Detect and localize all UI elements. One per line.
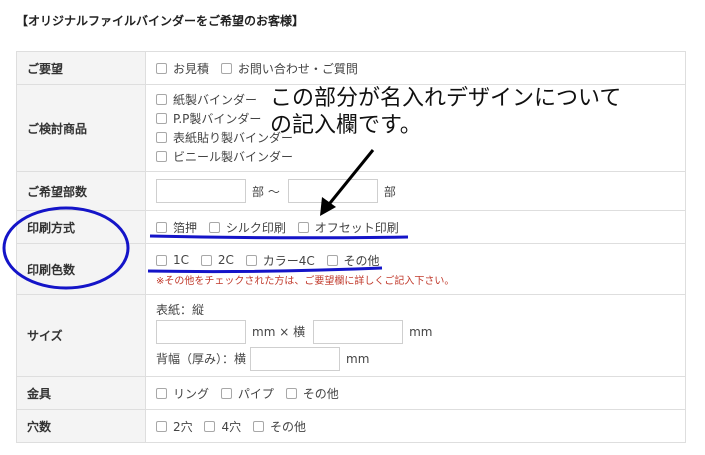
label-fittings: 金具	[16, 376, 146, 410]
checkbox[interactable]	[285, 387, 297, 399]
unit-from: 部 ～	[252, 184, 280, 199]
option-color-4c[interactable]: カラー4C	[245, 252, 315, 269]
unit-mm-by-width: mm × 横	[252, 325, 306, 339]
option-vinyl-binder[interactable]: ビニール製バインダー	[156, 147, 677, 166]
option-inquiry[interactable]: お問い合わせ・ご質問	[220, 60, 358, 77]
unit-mm: mm	[409, 324, 433, 339]
option-4-holes[interactable]: 4穴	[204, 418, 241, 435]
row-holes: 穴数 2穴 4穴 その他	[16, 409, 686, 443]
cover-width-input[interactable]	[313, 319, 404, 344]
callout-line-2: の記入欄です。	[270, 113, 422, 138]
callout-line-1: この部分が名入れデザインについて	[270, 86, 622, 111]
checkbox[interactable]	[156, 221, 167, 233]
colors-note: ※その他をチェックされた方は、ご要望欄に詳しくご記入下さい。	[156, 275, 455, 287]
option-foil-stamp[interactable]: 箔押	[156, 219, 197, 236]
label-print-method: 印刷方式	[16, 210, 146, 244]
label-quantity: ご希望部数	[16, 171, 146, 211]
row-size: サイズ 表紙：縦 mm × 横 mm 背幅（厚み）：横 mm	[16, 294, 686, 377]
checkbox[interactable]	[156, 420, 167, 432]
checkbox[interactable]	[200, 254, 212, 266]
callout-text: この部分が名入れデザインについて の記入欄です。	[270, 85, 621, 139]
unit-mm-spine: mm	[346, 351, 370, 366]
quantity-to-input[interactable]	[287, 179, 378, 203]
checkbox[interactable]	[220, 387, 232, 399]
option-silk-print[interactable]: シルク印刷	[208, 219, 286, 236]
label-request: ご要望	[16, 51, 146, 85]
cover-height-input[interactable]	[156, 319, 246, 344]
option-1c[interactable]: 1C	[156, 253, 189, 267]
checkbox[interactable]	[156, 254, 167, 266]
form-heading: 【オリジナルファイルバインダーをご希望のお客様】	[16, 14, 305, 28]
option-2-holes[interactable]: 2穴	[156, 418, 193, 435]
row-print-colors: 印刷色数 1C 2C カラー4C その他 ※その他をチェックされた方は、ご要望欄…	[16, 243, 686, 295]
option-fittings-other[interactable]: その他	[285, 385, 339, 402]
checkbox[interactable]	[220, 62, 232, 74]
spine-label: 背幅（厚み）：横	[156, 352, 247, 366]
row-quantity: ご希望部数 部 ～ 部	[16, 171, 686, 211]
option-colors-other[interactable]: その他	[326, 252, 380, 269]
label-size: サイズ	[16, 294, 146, 377]
checkbox[interactable]	[156, 113, 167, 124]
checkbox[interactable]	[156, 62, 167, 74]
option-offset-print[interactable]: オフセット印刷	[297, 219, 399, 236]
option-2c[interactable]: 2C	[200, 253, 234, 267]
row-fittings: 金具 リング パイプ その他	[16, 376, 686, 410]
option-ring[interactable]: リング	[156, 385, 209, 402]
checkbox[interactable]	[156, 387, 167, 399]
row-request: ご要望 お見積 お問い合わせ・ご質問	[16, 51, 686, 85]
checkbox[interactable]	[156, 94, 167, 105]
checkbox[interactable]	[252, 420, 264, 432]
option-holes-other[interactable]: その他	[252, 418, 306, 435]
option-pipe[interactable]: パイプ	[220, 385, 274, 402]
label-holes: 穴数	[16, 409, 146, 443]
checkbox[interactable]	[208, 221, 220, 233]
unit-to: 部	[383, 184, 396, 199]
checkbox[interactable]	[245, 254, 257, 266]
quantity-from-input[interactable]	[156, 179, 246, 203]
checkbox[interactable]	[326, 254, 338, 266]
option-estimate[interactable]: お見積	[156, 60, 209, 77]
checkbox[interactable]	[204, 420, 216, 432]
cover-label: 表紙：縦	[156, 302, 205, 317]
spine-width-input[interactable]	[250, 346, 341, 371]
label-product: ご検討商品	[16, 84, 146, 172]
label-print-colors: 印刷色数	[16, 243, 146, 295]
row-print-method: 印刷方式 箔押 シルク印刷 オフセット印刷	[16, 210, 686, 244]
checkbox[interactable]	[297, 221, 309, 233]
checkbox[interactable]	[156, 151, 167, 162]
checkbox[interactable]	[156, 132, 167, 143]
